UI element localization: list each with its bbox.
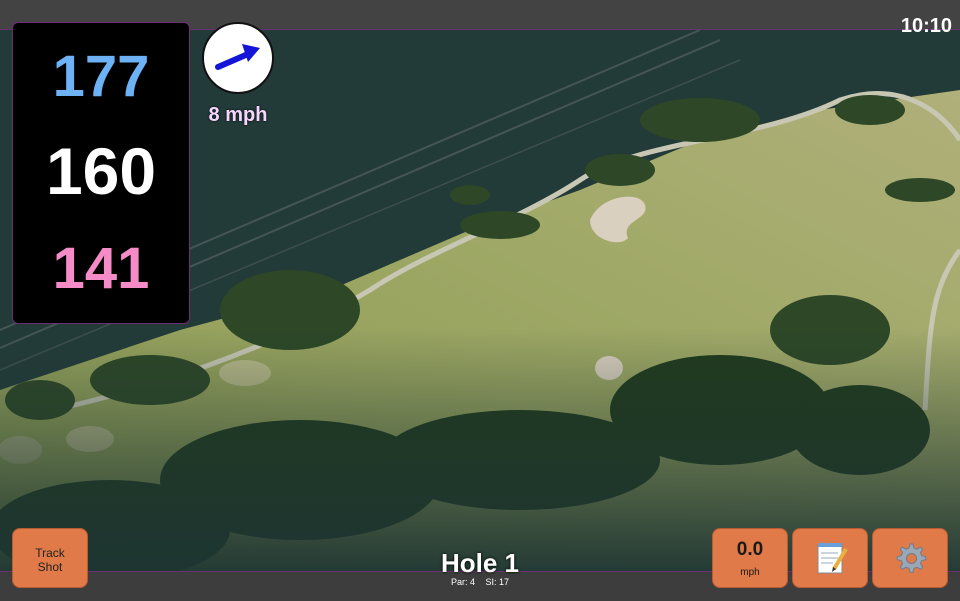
track-shot-button[interactable]: Track Shot <box>12 528 88 588</box>
back-distance: 177 <box>52 44 150 109</box>
clock-time: 10:10 <box>900 15 952 37</box>
wind-direction-indicator <box>202 22 274 94</box>
track-shot-label-line1: Track <box>35 546 65 560</box>
speed-unit: mph <box>740 567 760 578</box>
speed-button[interactable]: 0.0 mph <box>712 528 788 588</box>
settings-button[interactable] <box>872 528 948 588</box>
hole-par: Par: 4 <box>450 577 475 587</box>
notes-button[interactable] <box>792 528 868 588</box>
wind-direction-arrow-icon <box>215 44 260 70</box>
hole-info: Par: 4 SI: 17 <box>380 577 580 587</box>
track-shot-label-line2: Shot <box>37 560 63 574</box>
wind-speed-label: 8 mph <box>208 104 268 126</box>
front-distance: 141 <box>52 236 150 301</box>
hole-stroke-index: SI: 17 <box>485 577 510 587</box>
hole-title: Hole 1 <box>440 548 520 578</box>
speed-value: 0.0 <box>736 539 764 560</box>
notepad-icon <box>817 543 848 574</box>
distance-panel: 177 160 141 <box>12 22 190 324</box>
gear-icon <box>896 543 927 573</box>
middle-distance: 160 <box>45 134 157 208</box>
